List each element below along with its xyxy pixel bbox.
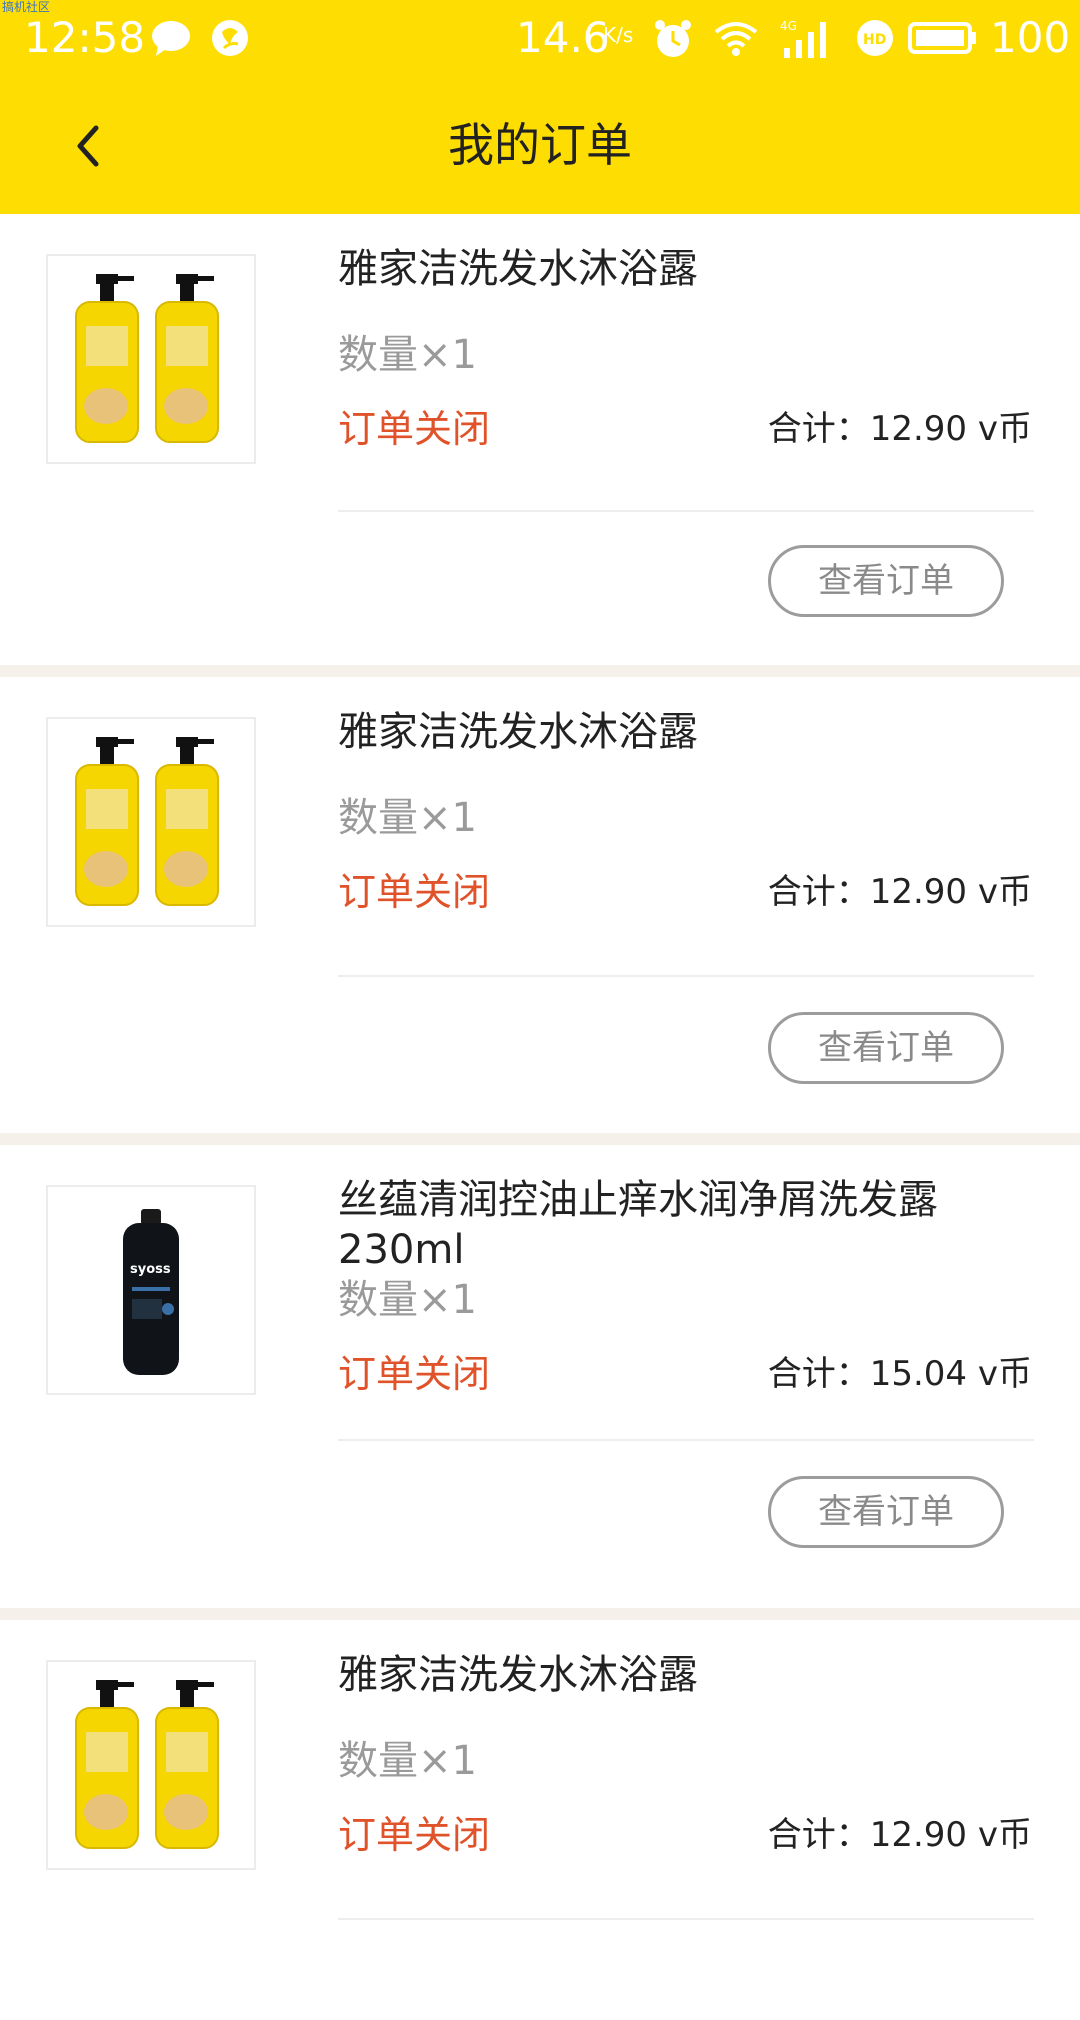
battery-icon [908,22,976,54]
signal-4g-icon: 4G [780,19,826,58]
svg-text:4G: 4G [780,19,797,33]
product-name: 雅家洁洗发水沐浴露 [338,1652,698,1698]
order-status: 订单关闭 [338,1813,491,1857]
product-image[interactable] [46,254,256,464]
separator [0,665,1080,677]
page-title: 我的订单 [448,118,632,172]
separator [0,1608,1080,1620]
alarm-icon [655,20,691,57]
product-name: 雅家洁洗发水沐浴露 [338,246,698,292]
order-card: 雅家洁洗发水沐浴露 数量×1 订单关闭 合计：12.90 v币 查看订单 [0,677,1080,1133]
divider [338,1439,1034,1441]
order-card: 雅家洁洗发水沐浴露 数量×1 订单关闭 合计：12.90 v币 [0,1620,1080,2020]
app-header: 搞机社区 12:58 14.6 K/s 4G HD 100 我的订单 [0,0,1080,214]
product-image[interactable] [46,1660,256,1870]
divider [338,510,1034,512]
order-total: 合计：12.90 v币 [767,409,1032,449]
product-quantity: 数量×1 [338,332,477,378]
product-image[interactable] [46,717,256,927]
svg-text:syoss: syoss [130,1262,171,1277]
product-name: 雅家洁洗发水沐浴露 [338,709,698,755]
order-card: 雅家洁洗发水沐浴露 数量×1 订单关闭 合计：12.90 v币 查看订单 [0,214,1080,665]
status-time: 12:58 [24,13,146,62]
network-speed-unit: K/s [603,23,634,47]
product-quantity: 数量×1 [338,795,477,841]
product-quantity: 数量×1 [338,1277,477,1323]
separator [0,1133,1080,1145]
order-total: 合计：15.04 v币 [767,1354,1032,1394]
wifi-icon [714,22,758,56]
order-card: syoss 丝蕴清润控油止痒水润净屑洗发露230ml 数量×1 订单关闭 合计：… [0,1145,1080,1608]
order-status: 订单关闭 [338,870,491,914]
hd-icon: HD [857,20,893,56]
network-speed: 14.6 [516,13,610,62]
order-list: 雅家洁洗发水沐浴露 数量×1 订单关闭 合计：12.90 v币 查看订单 雅家洁… [0,214,1080,2020]
message-icon [152,21,190,56]
product-quantity: 数量×1 [338,1738,477,1784]
product-name: 丝蕴清润控油止痒水润净屑洗发露230ml [338,1177,938,1273]
order-status: 订单关闭 [338,1352,491,1396]
battery-percent: 100 [990,13,1071,62]
app-notification-icon [212,20,248,56]
order-total: 合计：12.90 v币 [767,1815,1032,1855]
status-bar: 12:58 14.6 K/s 4G HD 100 [0,0,1080,78]
view-order-button[interactable]: 查看订单 [768,545,1004,617]
svg-text:HD: HD [863,32,886,48]
syoss-bottle-image: syoss [123,1209,179,1375]
yellow-bottles-image [75,1680,219,1849]
view-order-button[interactable]: 查看订单 [768,1012,1004,1084]
order-total: 合计：12.90 v币 [767,872,1032,912]
product-image[interactable]: syoss [46,1185,256,1395]
divider [338,975,1034,977]
view-order-button[interactable]: 查看订单 [768,1476,1004,1548]
order-status: 订单关闭 [338,407,491,451]
yellow-bottles-image [75,274,219,443]
yellow-bottles-image [75,737,219,906]
